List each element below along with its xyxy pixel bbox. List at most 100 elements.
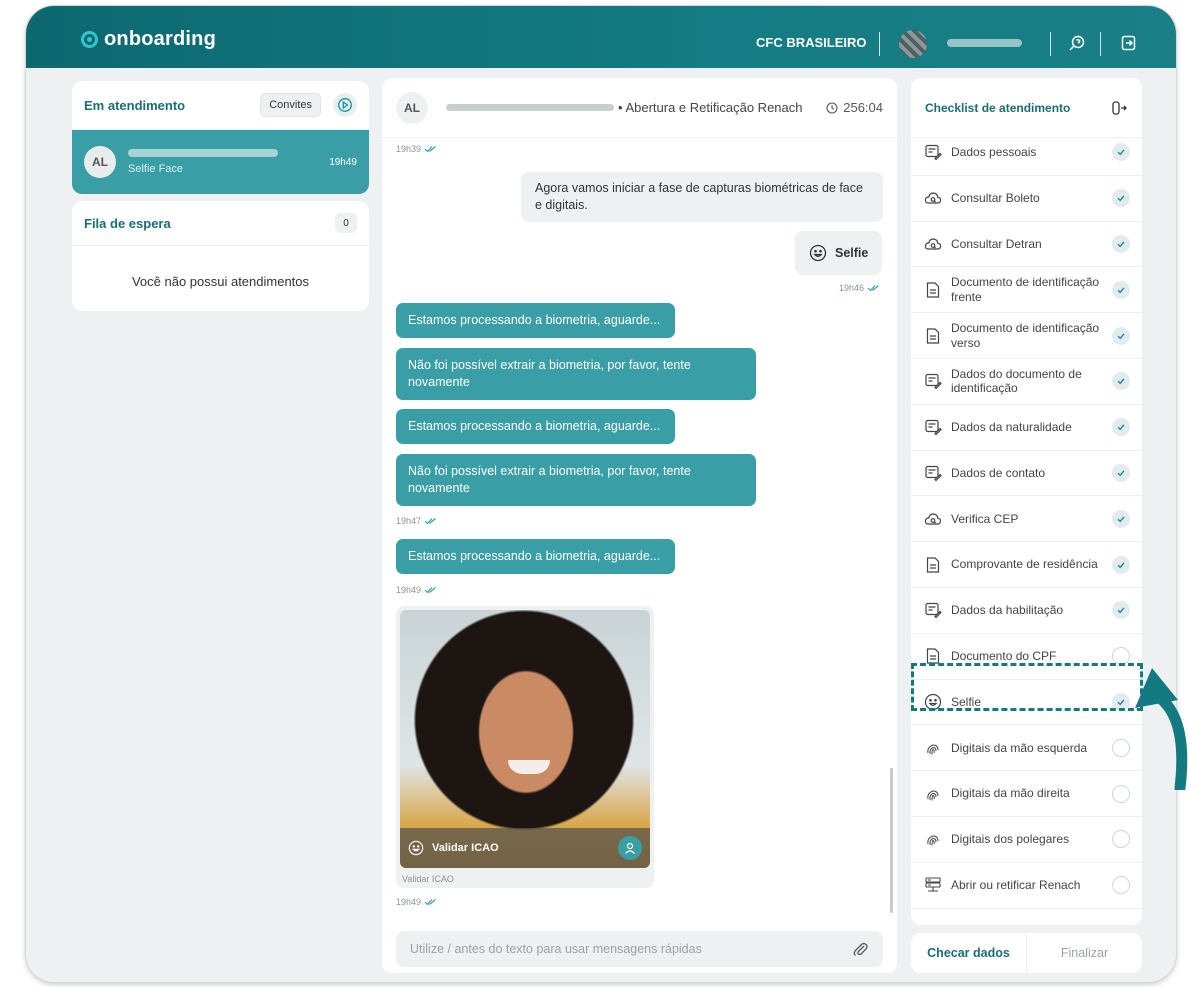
message-timestamp: 19h46 (839, 283, 881, 293)
checklist-header: Checklist de atendimento (911, 78, 1142, 138)
message-composer (396, 931, 883, 967)
checklist-item-label: Documento de identificação verso (951, 321, 1100, 350)
completed-check-icon (1112, 509, 1130, 528)
checklist-item[interactable]: Documento de identificação frente (911, 267, 1142, 314)
active-conversation-item[interactable]: AL Selfie Face 19h49 (72, 130, 369, 194)
photo-action-bar[interactable]: Validar ICAO (400, 828, 650, 868)
server-icon (923, 875, 943, 895)
cloud-search-icon (923, 234, 943, 254)
cloud-search-icon (923, 509, 943, 529)
photo-caption: Validar ICAO (402, 874, 454, 884)
completed-check-icon (1112, 372, 1130, 391)
pending-circle-icon (1112, 738, 1130, 757)
pending-circle-icon (1112, 784, 1130, 803)
clock-icon (826, 101, 838, 114)
avatar: AL (84, 146, 116, 178)
conversation-stage: Selfie Face (128, 163, 184, 175)
checklist-actions: Checar dados Finalizar (911, 933, 1142, 973)
smiley-icon (809, 244, 827, 262)
form-icon (923, 371, 943, 391)
selfie-label: Selfie (835, 245, 869, 260)
contact-email-redacted (446, 104, 614, 111)
smiley-icon (408, 840, 424, 856)
invites-button[interactable]: Convites (260, 93, 321, 117)
annotation-arrow-icon (1135, 668, 1188, 790)
chat-header: AL • Abertura e Retificação Renach 256:0… (382, 78, 897, 138)
double-check-icon (424, 587, 436, 594)
form-icon (923, 417, 943, 437)
waiting-queue-header: Fila de espera 0 (72, 201, 369, 246)
message-timestamp: 19h49 (396, 585, 438, 595)
check-data-button[interactable]: Checar dados (911, 933, 1027, 973)
checklist-item-label: Documento de identificação frente (951, 275, 1100, 304)
outgoing-message: Agora vamos iniciar a fase de capturas b… (521, 172, 883, 222)
user-name-redacted[interactable] (947, 39, 1022, 47)
checklist-item-label: Dados pessoais (951, 145, 1037, 160)
waiting-queue-title: Fila de espera (84, 215, 171, 231)
selfie-photo-message: Validar ICAO Validar ICAO (396, 606, 654, 888)
checklist-item-label: Consultar Boleto (951, 191, 1040, 205)
completed-check-icon (1112, 189, 1130, 208)
fingerprint-icon (923, 829, 943, 849)
checklist-item-label: Digitais da mão esquerda (951, 740, 1088, 755)
fingerprint-icon (923, 738, 943, 758)
incoming-message: Estamos processando a biometria, aguarde… (396, 409, 675, 444)
checklist-panel: Checklist de atendimento Dados pessoais C… (911, 78, 1142, 925)
checklist-item[interactable]: Dados pessoais (911, 130, 1142, 176)
support-icon[interactable] (1066, 32, 1088, 54)
in-service-header: Em atendimento Convites (72, 81, 369, 130)
checklist-item-label: Dados da habilitação (951, 603, 1064, 618)
new-call-icon[interactable] (333, 93, 357, 117)
checklist-item[interactable]: Verifica CEP (911, 496, 1142, 543)
checklist-item[interactable]: Abrir ou retificar Renach (911, 863, 1142, 909)
checklist-title: Checklist de atendimento (925, 100, 1071, 115)
double-check-icon (867, 285, 879, 292)
cloud-search-icon (923, 188, 943, 208)
message-input[interactable] (410, 942, 851, 956)
form-icon (923, 463, 943, 483)
conversation-time: 19h49 (329, 156, 357, 168)
double-check-icon (424, 518, 436, 525)
chat-scrollbar[interactable] (890, 768, 893, 913)
selfie-highlight-box (911, 663, 1143, 711)
checklist-item[interactable]: Comprovante de residência (911, 542, 1142, 588)
selfie-request-button[interactable]: Selfie (795, 231, 883, 275)
chat-subject: • Abertura e Retificação Renach (618, 100, 803, 115)
checklist-item[interactable]: Consultar Detran (911, 222, 1142, 268)
double-check-icon (424, 146, 436, 153)
waiting-queue-panel: Fila de espera 0 Você não possui atendim… (72, 201, 369, 311)
avatar: AL (396, 91, 428, 124)
finish-button[interactable]: Finalizar (1027, 933, 1142, 973)
incoming-message: Não foi possível extrair a biometria, po… (396, 348, 756, 400)
chat-timer: 256:04 (826, 100, 883, 115)
divider (1050, 32, 1051, 56)
checklist-item[interactable]: Consultar Boleto (911, 176, 1142, 222)
checklist-item[interactable]: Digitais dos polegares (911, 817, 1142, 863)
validate-icao-button[interactable] (618, 836, 642, 860)
checklist-item[interactable]: Dados de contato (911, 451, 1142, 497)
checklist-item[interactable]: Dados do documento de identificação (911, 359, 1142, 405)
completed-check-icon (1112, 326, 1130, 345)
checklist-item-label: Dados da naturalidade (951, 419, 1072, 434)
fingerprint-icon (923, 784, 943, 804)
checklist-item-label: Documento do CPF (951, 648, 1057, 663)
attachment-icon[interactable] (851, 940, 869, 958)
logout-icon[interactable] (1118, 32, 1140, 54)
form-icon (923, 142, 943, 162)
app-logo[interactable]: onboarding (81, 28, 216, 51)
conversation-info: Selfie Face (128, 149, 329, 175)
photo-detail (508, 760, 550, 774)
checklist-item[interactable]: Dados da naturalidade (911, 405, 1142, 451)
validate-icao-label: Validar ICAO (432, 842, 499, 854)
organization-name: CFC BRASILEIRO (756, 35, 867, 50)
user-avatar[interactable] (899, 30, 927, 58)
collapse-panel-icon[interactable] (1110, 99, 1128, 117)
checklist-item[interactable]: Digitais da mão direita (911, 771, 1142, 817)
in-service-title: Em atendimento (84, 97, 186, 113)
checklist-item[interactable]: Digitais da mão esquerda (911, 725, 1142, 772)
message-timestamp: 19h39 (396, 144, 438, 154)
checklist-item[interactable]: Documento de identificação verso (911, 313, 1142, 359)
completed-check-icon (1112, 463, 1130, 482)
checklist-item[interactable]: Dados da habilitação (911, 588, 1142, 634)
incoming-message: Estamos processando a biometria, aguarde… (396, 539, 675, 574)
